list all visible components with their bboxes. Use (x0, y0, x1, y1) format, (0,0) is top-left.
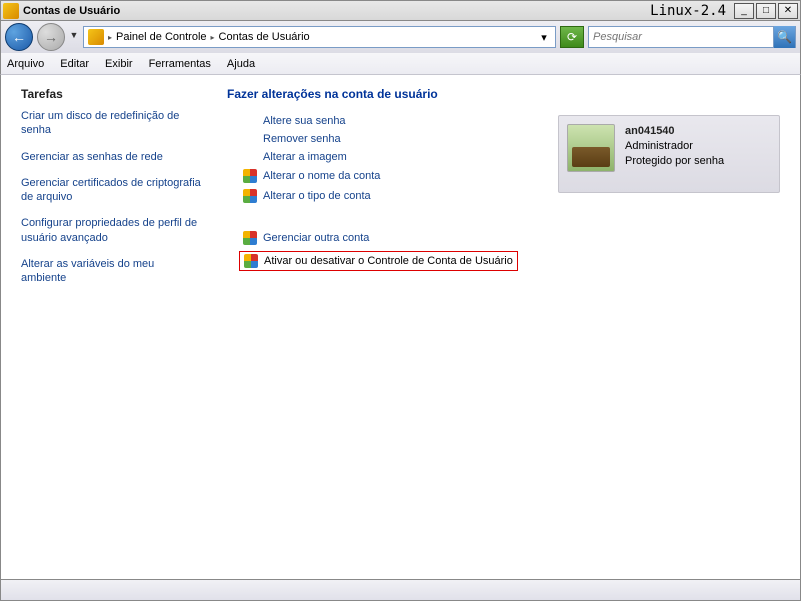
highlighted-action: Ativar ou desativar o Controle de Conta … (239, 251, 518, 271)
action-change-name[interactable]: Alterar o nome da conta (263, 170, 380, 182)
refresh-button[interactable]: ⟳ (560, 26, 584, 48)
breadcrumb-item[interactable]: Contas de Usuário (219, 31, 310, 43)
user-protection: Protegido por senha (625, 154, 724, 169)
task-link[interactable]: Alterar as variáveis do meu ambiente (21, 257, 201, 286)
back-button[interactable]: ← (5, 23, 33, 51)
breadcrumb-item[interactable]: Painel de Controle (116, 31, 207, 43)
user-info: an041540 Administrador Protegido por sen… (625, 124, 724, 184)
tasks-panel: Tarefas Criar um disco de redefinição de… (1, 75, 211, 579)
app-icon (3, 3, 19, 19)
chevron-right-icon: ▸ (211, 33, 215, 42)
user-picture (567, 124, 615, 172)
search-input[interactable] (589, 31, 773, 43)
search-button[interactable]: 🔍 (773, 26, 795, 48)
forward-button[interactable]: → (37, 23, 65, 51)
action-change-password[interactable]: Altere sua senha (263, 115, 346, 127)
shield-icon (243, 169, 257, 183)
nav-history-dropdown[interactable]: ▼ (69, 30, 79, 44)
action-change-type[interactable]: Alterar o tipo de conta (263, 190, 371, 202)
breadcrumb[interactable]: ▸ Painel de Controle ▸ Contas de Usuário… (83, 26, 556, 48)
task-link[interactable]: Gerenciar certificados de criptografia d… (21, 176, 201, 205)
action-uac-toggle[interactable]: Ativar ou desativar o Controle de Conta … (264, 255, 513, 267)
action-change-picture[interactable]: Alterar a imagem (263, 151, 347, 163)
close-button[interactable]: ✕ (778, 3, 798, 19)
user-role: Administrador (625, 139, 724, 154)
main-heading: Fazer alterações na conta de usuário (227, 87, 538, 101)
title-bar: Contas de Usuário Linux-2.4 _ □ ✕ (0, 0, 801, 21)
status-bar (0, 579, 801, 601)
menu-edit[interactable]: Editar (60, 58, 89, 70)
nav-bar: ← → ▼ ▸ Painel de Controle ▸ Contas de U… (0, 21, 801, 53)
minimize-button[interactable]: _ (734, 3, 754, 19)
menu-view[interactable]: Exibir (105, 58, 133, 70)
breadcrumb-dropdown[interactable]: ▾ (537, 31, 551, 44)
user-card: an041540 Administrador Protegido por sen… (558, 115, 780, 193)
task-link[interactable]: Criar um disco de redefinição de senha (21, 109, 201, 138)
main-panel: Fazer alterações na conta de usuário Alt… (211, 75, 800, 579)
shield-icon (243, 189, 257, 203)
shield-icon (243, 231, 257, 245)
chevron-right-icon: ▸ (108, 33, 112, 42)
window-title: Contas de Usuário (23, 5, 120, 17)
actions-list: Altere sua senha Remover senha Alterar a… (243, 115, 538, 271)
menu-help[interactable]: Ajuda (227, 58, 255, 70)
content-area: Tarefas Criar um disco de redefinição de… (0, 75, 801, 579)
maximize-button[interactable]: □ (756, 3, 776, 19)
search-box: 🔍 (588, 26, 796, 48)
shield-icon (244, 254, 258, 268)
user-name: an041540 (625, 124, 724, 139)
menu-tools[interactable]: Ferramentas (149, 58, 211, 70)
action-manage-other[interactable]: Gerenciar outra conta (263, 232, 369, 244)
menu-bar: Arquivo Editar Exibir Ferramentas Ajuda … (0, 53, 801, 75)
tasks-heading: Tarefas (21, 87, 201, 101)
task-link[interactable]: Configurar propriedades de perfil de usu… (21, 216, 201, 245)
breadcrumb-icon (88, 29, 104, 45)
task-link[interactable]: Gerenciar as senhas de rede (21, 150, 201, 164)
vm-label: Linux-2.4 (650, 3, 726, 19)
menu-file[interactable]: Arquivo (7, 58, 44, 70)
action-remove-password[interactable]: Remover senha (263, 133, 341, 145)
